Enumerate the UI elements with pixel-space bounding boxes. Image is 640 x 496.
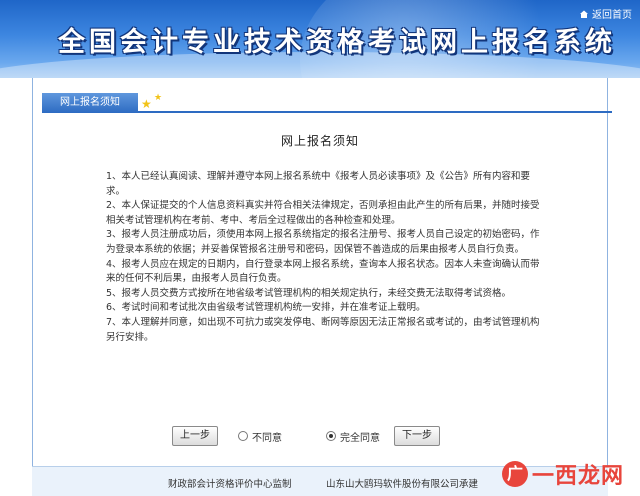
star-icon: ★ <box>141 97 152 111</box>
notice-terms: 1、本人已经认真阅读、理解并遵守本网上报名系统中《报考人员必读事项》及《公告》所… <box>106 170 546 345</box>
watermark-text: 一西龙网 <box>531 464 624 489</box>
next-step-button[interactable]: 下一步 <box>394 426 440 446</box>
agree-label: 完全同意 <box>340 432 380 444</box>
system-title: 全国会计专业技术资格考试网上报名系统 <box>58 27 616 58</box>
tab-strip: 网上报名须知 <box>42 93 612 113</box>
term-item: 3、报考人员注册成功后，须使用本网上报名系统指定的报名注册号、报考人员自己设定的… <box>106 229 540 255</box>
agree-radio[interactable] <box>326 431 336 441</box>
star-icon-small: ★ <box>154 93 163 103</box>
header-banner: 全国会计专业技术资格考试网上报名系统 返回首页 <box>0 0 640 78</box>
prev-step-button[interactable]: 上一步 <box>172 426 218 446</box>
action-bar: 上一步 不同意 完全同意 下一步 <box>172 426 440 446</box>
back-home-label: 返回首页 <box>592 10 632 21</box>
back-home-link[interactable]: 返回首页 <box>579 6 632 21</box>
term-item: 2、本人保证提交的个人信息资料真实并符合相关法律规定，否则承担由此产生的所有后果… <box>106 200 540 226</box>
home-icon <box>580 10 588 18</box>
term-item: 4、报考人员应在规定的日期内，自行登录本网上报名系统，查询本人报名状态。因本人未… <box>106 258 540 285</box>
term-item: 6、考试时间和考试批次由省级考试管理机构统一安排，并在准考证上载明。 <box>106 302 426 314</box>
agree-option[interactable]: 完全同意 <box>326 429 380 444</box>
footer-supervisor: 财政部会计资格评价中心监制 <box>168 479 292 490</box>
term-item: 7、本人理解并同意，如出现不可抗力或突发停电、断网等原因无法正常报名或考试的，由… <box>106 316 540 343</box>
tab-notice[interactable]: 网上报名须知 <box>42 93 138 113</box>
watermark: 广 一西龙网 <box>501 458 624 490</box>
disagree-option[interactable]: 不同意 <box>238 429 282 444</box>
page-title: 网上报名须知 <box>280 134 359 148</box>
disagree-label: 不同意 <box>252 432 282 444</box>
disagree-radio[interactable] <box>238 431 248 441</box>
footer-builder: 山东山大鸥玛软件股份有限公司承建 <box>326 479 479 490</box>
watermark-logo: 广 <box>501 461 528 487</box>
term-item: 1、本人已经认真阅读、理解并遵守本网上报名系统中《报考人员必读事项》及《公告》所… <box>106 171 531 197</box>
term-item: 5、报考人员交费方式按所在地省级考试管理机构的相关规定执行，未经交费无法取得考试… <box>106 287 512 299</box>
